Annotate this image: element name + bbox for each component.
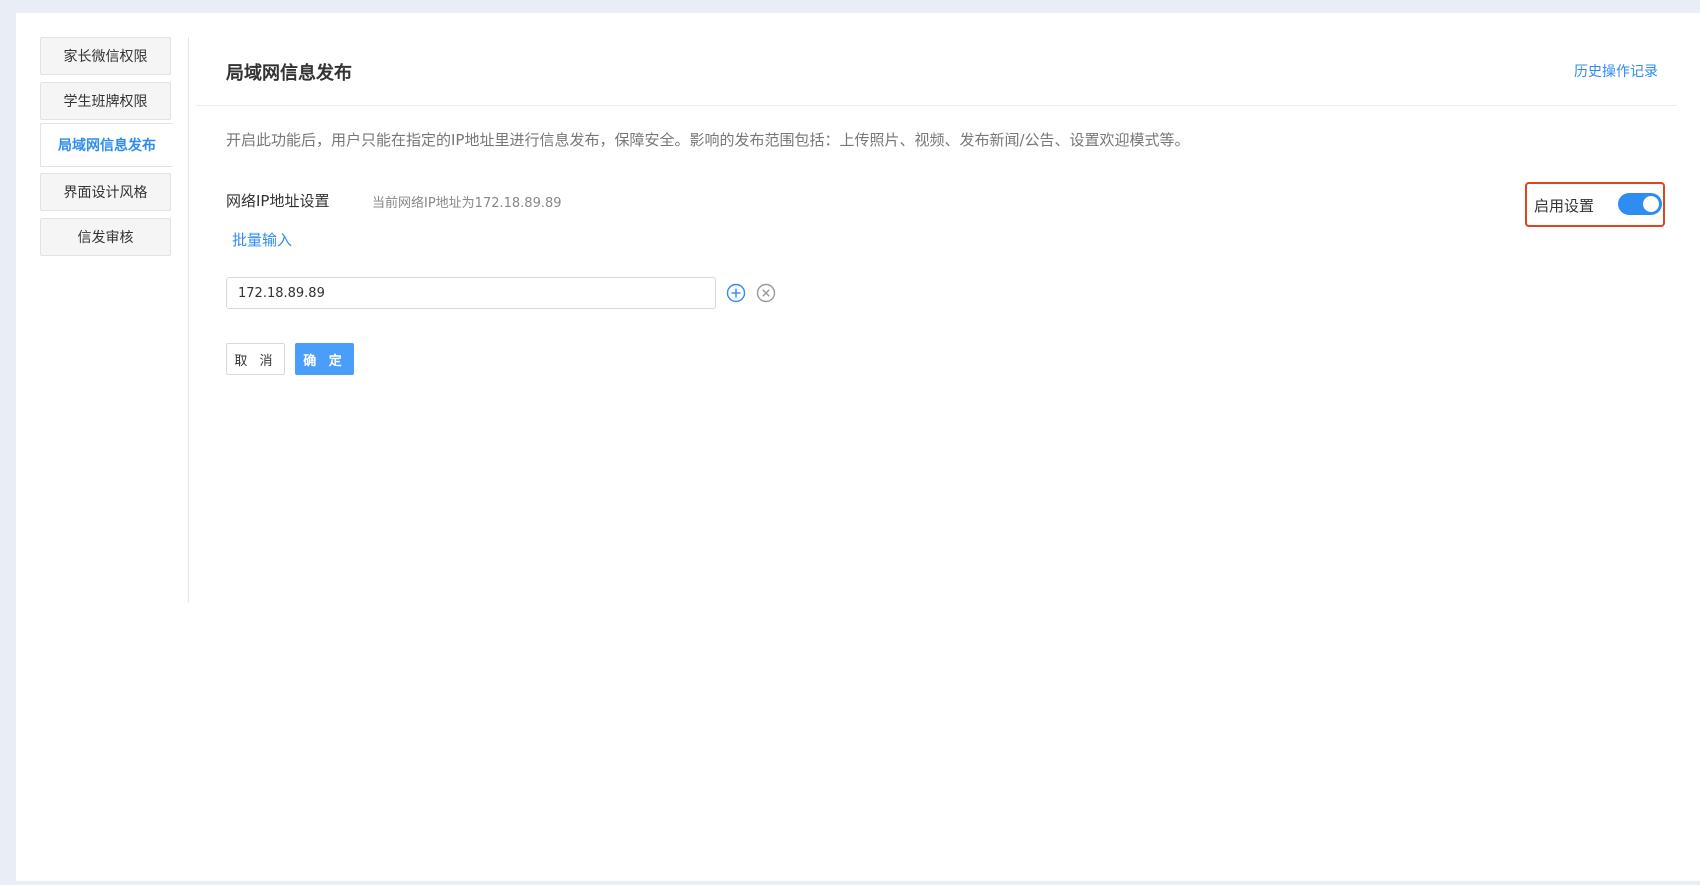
sidebar-item-lan-publishing[interactable]: 局域网信息发布	[40, 123, 173, 167]
close-circle-icon[interactable]	[756, 283, 776, 303]
toggle-knob	[1643, 196, 1659, 212]
feature-description: 开启此功能后，用户只能在指定的IP地址里进行信息发布，保障安全。影响的发布范围包…	[226, 131, 1190, 149]
plus-circle-icon[interactable]	[726, 283, 746, 303]
sidebar-item-label: 家长微信权限	[63, 49, 148, 65]
enable-toggle-switch[interactable]	[1618, 193, 1662, 215]
ip-settings-label: 网络IP地址设置	[226, 192, 330, 210]
sidebar-item-parent-wechat-permission[interactable]: 家长微信权限	[40, 37, 171, 75]
batch-input-link[interactable]: 批量输入	[232, 229, 292, 250]
enable-setting-label: 启用设置	[1534, 197, 1595, 215]
current-ip-text: 当前网络IP地址为172.18.89.89	[372, 196, 562, 211]
sidebar-item-ui-design-style[interactable]: 界面设计风格	[40, 173, 171, 211]
ip-address-input[interactable]	[226, 277, 716, 309]
sidebar-item-label: 界面设计风格	[63, 185, 148, 201]
sidebar-item-label: 信发审核	[77, 230, 134, 246]
sidebar-item-publish-review[interactable]: 信发审核	[40, 218, 171, 256]
sidebar-item-label: 局域网信息发布	[58, 138, 156, 154]
sidebar-item-label: 学生班牌权限	[63, 94, 148, 110]
history-records-link[interactable]: 历史操作记录	[1574, 61, 1658, 81]
cancel-button[interactable]: 取 消	[226, 343, 285, 375]
confirm-button[interactable]: 确 定	[295, 343, 354, 375]
enable-setting-highlight: 启用设置	[1525, 182, 1665, 227]
sidebar-item-student-board-permission[interactable]: 学生班牌权限	[40, 82, 171, 120]
page-title: 局域网信息发布	[226, 63, 352, 84]
content-panel: 家长微信权限 学生班牌权限 局域网信息发布 界面设计风格 信发审核 局域网信息发…	[16, 13, 1700, 881]
header-divider	[196, 105, 1677, 106]
main-content: 局域网信息发布 历史操作记录 开启此功能后，用户只能在指定的IP地址里进行信息发…	[196, 13, 1700, 881]
settings-sidebar: 家长微信权限 学生班牌权限 局域网信息发布 界面设计风格 信发审核	[40, 37, 189, 602]
